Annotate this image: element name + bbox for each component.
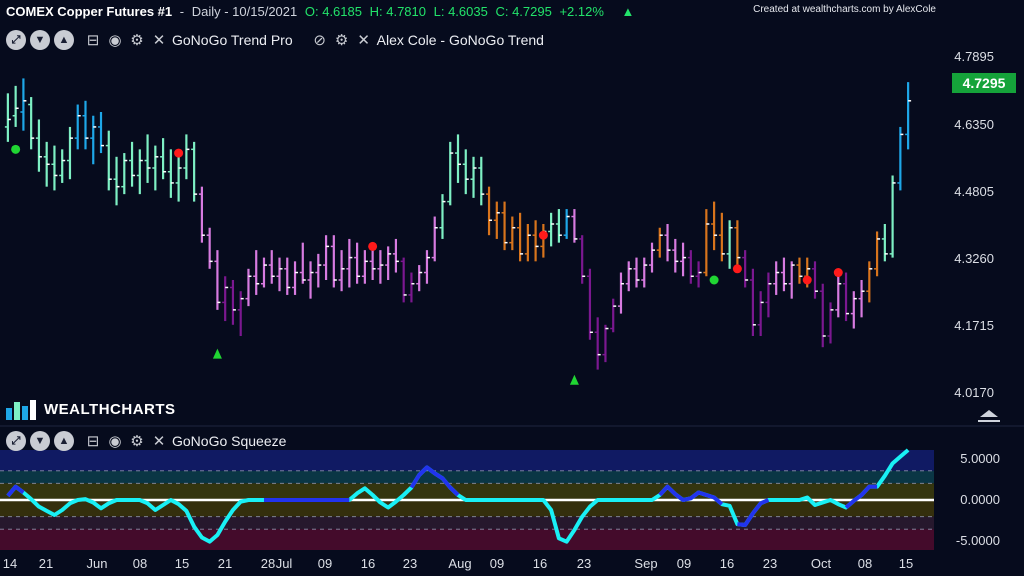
go-signal-dot	[11, 144, 21, 154]
axis-scale-icon[interactable]	[978, 410, 1000, 424]
squeeze-band-neutral-low	[0, 500, 934, 517]
open-value: O: 4.6185	[304, 4, 362, 19]
go-signal-dot	[709, 275, 719, 285]
close-icon[interactable]: ✕	[150, 432, 168, 450]
logo-text: WEALTHCHARTS	[44, 400, 176, 418]
squeeze-band-mid-low	[0, 516, 934, 530]
date-tick: Aug	[448, 556, 472, 571]
price-tick: 4.0170	[954, 385, 994, 400]
squeeze-band-neutral-high	[0, 483, 934, 500]
squeeze-band-lower	[0, 529, 934, 550]
price-chart-svg	[0, 78, 1024, 550]
gear-icon[interactable]: ⚙	[128, 31, 146, 49]
last-price-badge: 4.7295	[952, 73, 1016, 93]
close-icon[interactable]: ✕	[150, 31, 168, 49]
date-tick: 23	[762, 556, 778, 571]
main-toolbar: ⤢ ▼ ▲ ⊟ ◉ ⚙ ✕ GoNoGo Trend Pro ⊘ ⚙ ✕ Ale…	[6, 30, 558, 50]
up-triangle-icon: ▲	[621, 4, 635, 19]
nogo-signal-dot	[538, 230, 548, 240]
eye-icon[interactable]: ◉	[106, 31, 124, 49]
squeeze-band-mid-high	[0, 470, 934, 484]
date-tick: 14	[2, 556, 18, 571]
osc-tick: 0.0000	[960, 492, 1000, 507]
nogo-signal-dot	[732, 264, 742, 274]
indicator-squeeze[interactable]: GoNoGo Squeeze	[172, 433, 286, 449]
date-tick: Oct	[810, 556, 832, 571]
logo-icon	[6, 400, 36, 420]
date-tick: 15	[174, 556, 190, 571]
change-value: +2.12%	[559, 4, 604, 19]
expand-icon[interactable]: ⤢	[6, 431, 26, 451]
date-tick: 09	[676, 556, 692, 571]
collapse-icon[interactable]: ⊟	[84, 31, 102, 49]
credit-text: Created at wealthcharts.com by AlexCole	[753, 4, 936, 15]
indicator-trend-pro[interactable]: GoNoGo Trend Pro	[172, 32, 293, 48]
close-icon[interactable]: ✕	[355, 31, 373, 49]
price-tick: 4.6350	[954, 117, 994, 132]
chevron-down-icon[interactable]: ▼	[30, 30, 50, 50]
date-tick: 23	[402, 556, 418, 571]
chart-canvas[interactable]: COMEX Copper Futures #1 - Daily - 10/15/…	[0, 0, 1024, 576]
low-value: L: 4.6035	[433, 4, 488, 19]
osc-tick: -5.0000	[955, 533, 1000, 548]
date-tick: Jun	[86, 556, 108, 571]
eye-icon[interactable]: ◉	[106, 432, 124, 450]
price-tick: 4.3260	[954, 251, 994, 266]
header-separator: -	[179, 4, 185, 19]
indicator-trend-alex[interactable]: Alex Cole - GoNoGo Trend	[377, 32, 544, 48]
close-value: C: 4.7295	[495, 4, 552, 19]
nogo-signal-dot	[833, 268, 843, 278]
price-tick: 4.7895	[954, 49, 994, 64]
nogo-signal-dot	[174, 148, 184, 158]
eye-hidden-icon[interactable]: ⊘	[311, 31, 329, 49]
gear-icon[interactable]: ⚙	[128, 432, 146, 450]
chart-header: COMEX Copper Futures #1 - Daily - 10/15/…	[6, 4, 638, 19]
date-tick: Sep	[634, 556, 658, 571]
date-tick: 09	[489, 556, 505, 571]
date-tick: 08	[857, 556, 873, 571]
price-tick: 4.1715	[954, 318, 994, 333]
wealthcharts-logo: WEALTHCHARTS	[4, 398, 176, 420]
squeeze-band-upper	[0, 450, 934, 471]
nogo-signal-dot	[368, 241, 378, 251]
osc-tick: 5.0000	[960, 451, 1000, 466]
date-tick: 28	[260, 556, 276, 571]
date-tick: 08	[132, 556, 148, 571]
date-tick: 16	[532, 556, 548, 571]
nogo-signal-dot	[802, 275, 812, 285]
collapse-icon[interactable]: ⊟	[84, 432, 102, 450]
gear-icon[interactable]: ⚙	[333, 31, 351, 49]
symbol-title: COMEX Copper Futures #1	[6, 4, 173, 19]
date-tick: 16	[719, 556, 735, 571]
go-trend-triangle	[569, 374, 579, 385]
chevron-up-icon[interactable]: ▲	[54, 30, 74, 50]
date-tick: 21	[217, 556, 233, 571]
date-tick: 16	[360, 556, 376, 571]
price-tick: 4.4805	[954, 184, 994, 199]
date-tick: 15	[898, 556, 914, 571]
high-value: H: 4.7810	[369, 4, 426, 19]
date-tick: Jul	[275, 556, 293, 571]
interval-date: Daily - 10/15/2021	[191, 4, 298, 19]
chevron-down-icon[interactable]: ▼	[30, 431, 50, 451]
date-tick: 09	[317, 556, 333, 571]
date-tick: 23	[576, 556, 592, 571]
expand-icon[interactable]: ⤢	[6, 30, 26, 50]
chevron-up-icon[interactable]: ▲	[54, 431, 74, 451]
date-tick: 21	[38, 556, 54, 571]
squeeze-toolbar: ⤢ ▼ ▲ ⊟ ◉ ⚙ ✕ GoNoGo Squeeze	[6, 431, 300, 451]
go-trend-triangle	[212, 348, 222, 359]
